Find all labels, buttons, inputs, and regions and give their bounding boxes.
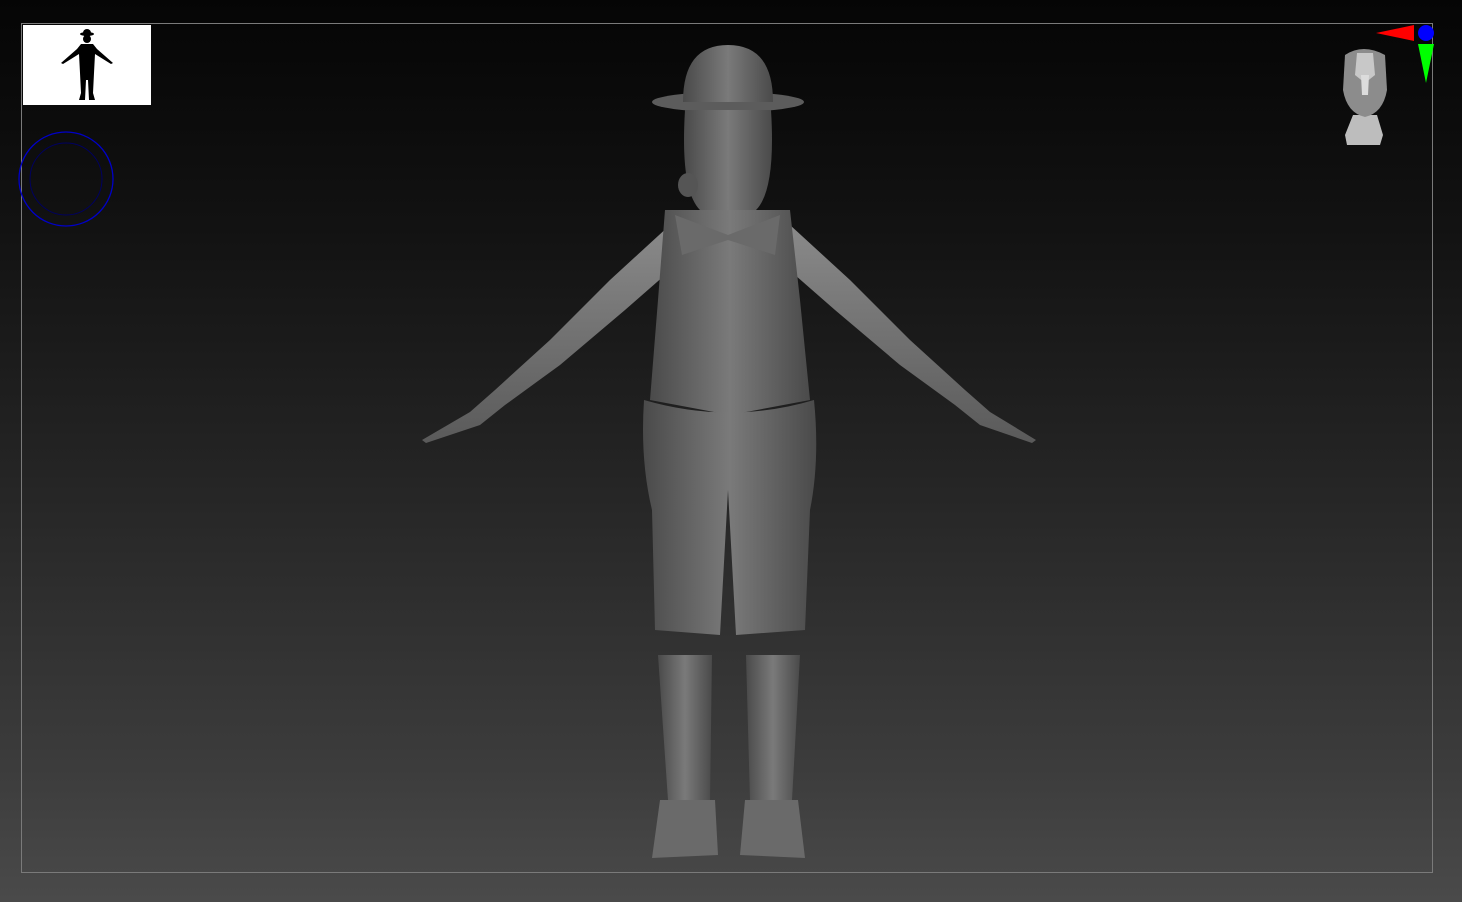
z-axis-icon (1418, 25, 1434, 41)
y-axis-icon (1418, 44, 1434, 83)
brush-circle-icon (18, 131, 114, 227)
model-silhouette-icon (61, 29, 113, 100)
sculpt-model[interactable] (400, 40, 1060, 870)
navigator-thumbnail[interactable] (23, 25, 151, 105)
x-axis-icon (1376, 25, 1414, 41)
axis-gizmo[interactable] (1372, 22, 1438, 86)
